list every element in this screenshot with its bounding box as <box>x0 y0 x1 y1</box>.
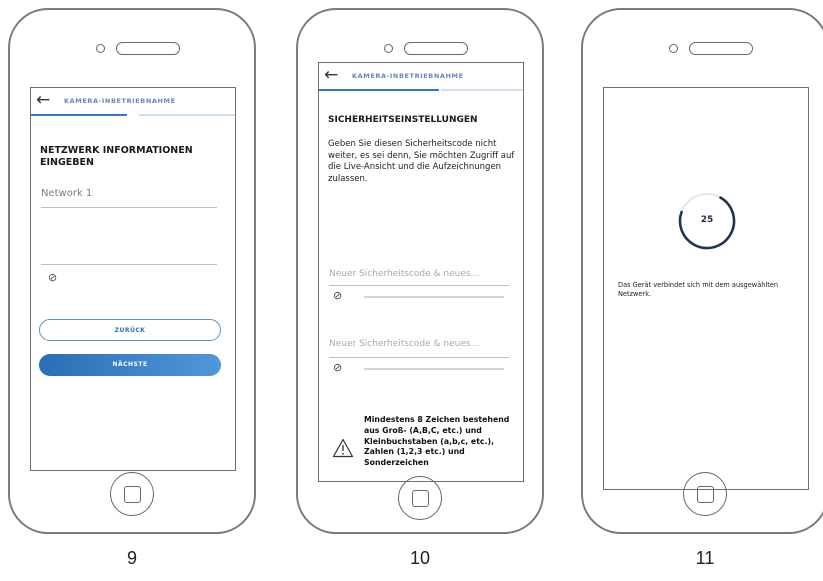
front-camera <box>96 44 105 53</box>
home-square <box>123 485 141 503</box>
connection-status: Das Gerät verbindet sich mit dem ausgewä… <box>618 281 779 298</box>
security-code-input-2[interactable]: Neuer Sicherheitscode & neues... <box>329 339 513 349</box>
phone-step-9: ← KAMERA-INBETRIEBNAHME NETZWERK INFORMA… <box>8 8 256 534</box>
network-name-field[interactable]: Network 1 <box>41 188 92 199</box>
step-number: 9 <box>126 548 137 568</box>
nav-progress-line <box>31 114 127 116</box>
password-field-underline[interactable] <box>41 264 217 265</box>
nav-progress-line <box>319 89 439 91</box>
screen: ← KAMERA-INBETRIEBNAHME SICHERHEITSEINST… <box>318 62 524 482</box>
home-button-icon[interactable] <box>398 476 442 520</box>
password-requirements: Mindestens 8 Zeichen bestehend aus Groß-… <box>364 415 510 468</box>
back-arrow-icon[interactable]: ← <box>324 65 338 85</box>
eye-hidden-icon[interactable]: ⊘ <box>333 289 342 302</box>
page-title: NETZWERK INFORMATIONEN EINGEBEN <box>40 145 193 168</box>
countdown-number: 25 <box>700 215 714 225</box>
front-camera <box>669 44 678 53</box>
nav-title: KAMERA-INBETRIEBNAHME <box>64 97 176 105</box>
home-square <box>696 485 714 503</box>
nav-progress-track <box>441 89 523 91</box>
home-button-icon[interactable] <box>110 472 154 516</box>
nav-bar: ← KAMERA-INBETRIEBNAHME <box>319 63 523 91</box>
phone-step-10: ← KAMERA-INBETRIEBNAHME SICHERHEITSEINST… <box>296 8 544 534</box>
speaker <box>404 42 468 55</box>
step-number: 11 <box>695 548 715 568</box>
next-button[interactable]: NÄCHSTE <box>39 354 221 376</box>
page-title: SICHERHEITSEINSTELLUNGEN <box>328 115 478 125</box>
nav-title: KAMERA-INBETRIEBNAHME <box>352 72 464 80</box>
step-number: 10 <box>409 548 431 568</box>
speaker <box>116 42 180 55</box>
eye-hidden-icon[interactable]: ⊘ <box>48 271 57 284</box>
eye-hidden-icon[interactable]: ⊘ <box>333 361 342 374</box>
home-button-icon[interactable] <box>683 472 727 516</box>
strength-bar-1 <box>364 296 504 298</box>
security-description: Geben Sie diesen Sicherheitscode nicht w… <box>328 139 515 184</box>
back-button[interactable]: ZURÜCK <box>39 319 221 341</box>
home-square <box>411 489 429 507</box>
front-camera <box>384 44 393 53</box>
security-code-underline-2 <box>329 357 509 358</box>
security-code-underline-1 <box>329 285 509 286</box>
back-arrow-icon[interactable]: ← <box>36 90 50 110</box>
strength-bar-2 <box>364 368 504 370</box>
speaker <box>689 42 753 55</box>
nav-progress-track <box>139 114 235 116</box>
security-code-input-1[interactable]: Neuer Sicherheitscode & neues... <box>329 269 513 279</box>
screen: 25 Das Gerät verbindet sich mit dem ausg… <box>603 87 809 490</box>
phone-step-11: 25 Das Gerät verbindet sich mit dem ausg… <box>581 8 823 534</box>
warning-triangle-icon <box>332 438 354 458</box>
screen: ← KAMERA-INBETRIEBNAHME NETZWERK INFORMA… <box>30 87 236 471</box>
nav-bar: ← KAMERA-INBETRIEBNAHME <box>31 88 235 116</box>
network-name-underline <box>41 207 217 208</box>
